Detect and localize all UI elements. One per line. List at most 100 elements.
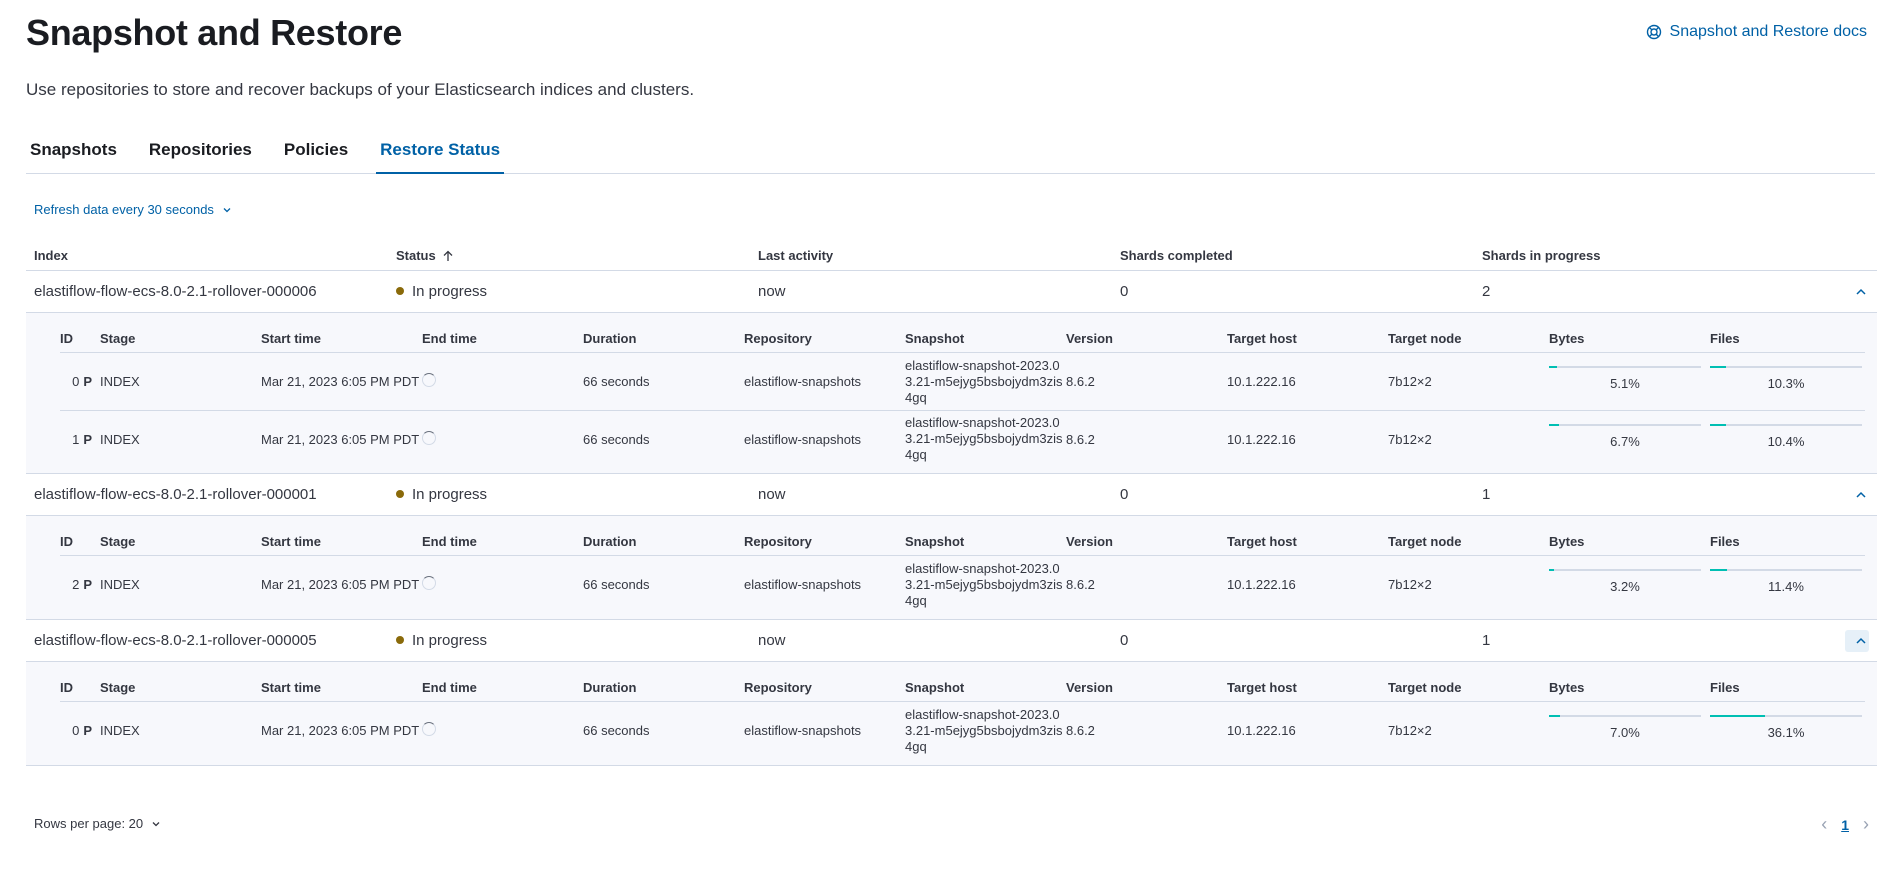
- previous-page-icon[interactable]: ‹: [1821, 814, 1827, 835]
- tab-restore-status[interactable]: Restore Status: [376, 130, 505, 174]
- shard-id-number: 2: [72, 577, 80, 592]
- files-progress: 10.3%: [1710, 366, 1862, 391]
- bytes-progress-fill: [1549, 569, 1554, 571]
- bytes-progress-bar: [1549, 423, 1701, 426]
- loading-spinner-icon: [422, 430, 436, 445]
- shard-column-header: Bytes: [1549, 331, 1585, 346]
- shard-id: 0P: [60, 723, 100, 738]
- collapse-row-button[interactable]: [1845, 281, 1869, 303]
- column-header-last-activity[interactable]: Last activity: [750, 248, 1112, 263]
- shard-column-header: Duration: [583, 331, 637, 346]
- chevron-up-icon: [1856, 491, 1866, 498]
- snapshot-name: elastiflow-snapshot-2023.03.21-m5ejyg5bs…: [905, 415, 1063, 462]
- shard-column-header: Bytes: [1549, 534, 1585, 549]
- status-text: In progress: [412, 486, 488, 503]
- shard-duration: 66 seconds: [583, 577, 650, 592]
- shard-version: 8.6.2: [1066, 374, 1095, 389]
- progress-files: 11.4%: [1710, 569, 1864, 594]
- bytes-progress: 5.1%: [1549, 366, 1701, 391]
- chevron-up-icon: [1856, 637, 1866, 644]
- shards-in-progress: 2: [1482, 283, 1491, 300]
- primary-badge: P: [83, 577, 92, 592]
- index-name: elastiflow-flow-ecs-8.0-2.1-rollover-000…: [34, 486, 317, 503]
- shard-repository: elastiflow-snapshots: [744, 723, 862, 738]
- table-header: Index Status Last activity Shards comple…: [26, 241, 1877, 271]
- column-header-shards-in-progress[interactable]: Shards in progress: [1474, 248, 1836, 263]
- shard-column-header: Repository: [744, 680, 812, 695]
- column-header-shards-completed[interactable]: Shards completed: [1112, 248, 1474, 263]
- last-activity: now: [758, 486, 786, 503]
- shard-id-number: 0: [72, 374, 80, 389]
- tab-snapshots[interactable]: Snapshots: [26, 130, 121, 174]
- files-progress-bar: [1710, 569, 1862, 571]
- shard-column-header: Files: [1710, 331, 1740, 346]
- progress-files: 10.4%: [1710, 423, 1864, 449]
- shard-column-header: Target node: [1388, 331, 1462, 346]
- shard-row: 0 P INDEX Mar 21, 2023 6:05 PM PDT 66 second…: [60, 353, 1865, 410]
- shard-column-header: Target host: [1227, 534, 1297, 549]
- shard-repository: elastiflow-snapshots: [744, 577, 862, 592]
- files-progress-bar: [1710, 715, 1862, 717]
- status-cell: In progress: [388, 486, 750, 503]
- shard-stage: INDEX: [100, 431, 140, 447]
- bytes-progress-fill: [1549, 715, 1560, 717]
- shard-column-header: ID: [60, 680, 73, 695]
- shard-row: 1 P INDEX Mar 21, 2023 6:05 PM PDT 66 second…: [60, 410, 1865, 467]
- shards-completed: 0: [1120, 283, 1129, 300]
- shard-column-header: Repository: [744, 534, 812, 549]
- bytes-progress-fill: [1549, 366, 1557, 368]
- end-time: [422, 722, 583, 739]
- shard-column-header: Start time: [261, 534, 321, 549]
- status-dot-icon: [396, 636, 404, 645]
- page-title: Snapshot and Restore: [26, 12, 403, 53]
- files-progress-fill: [1710, 366, 1726, 368]
- shard-column-header: Stage: [100, 534, 136, 549]
- bytes-progress-bar: [1549, 569, 1701, 571]
- index-row: elastiflow-flow-ecs-8.0-2.1-rollover-000…: [26, 271, 1877, 313]
- shard-column-header: End time: [422, 331, 477, 346]
- bytes-progress-bar: [1549, 715, 1701, 717]
- status-text: In progress: [412, 632, 488, 649]
- shard-column-header: Bytes: [1549, 680, 1585, 695]
- shard-repository: elastiflow-snapshots: [744, 374, 862, 389]
- shard-column-header: Version: [1066, 331, 1113, 346]
- shard-column-header: Snapshot: [905, 534, 965, 549]
- refresh-interval-button[interactable]: Refresh data every 30 seconds: [34, 202, 232, 217]
- shard-column-header: Files: [1710, 534, 1740, 549]
- tab-policies[interactable]: Policies: [280, 130, 352, 174]
- bytes-progress: 3.2%: [1549, 569, 1701, 594]
- shards-completed: 0: [1120, 486, 1129, 503]
- column-header-status[interactable]: Status: [388, 248, 750, 263]
- docs-link-label: Snapshot and Restore docs: [1669, 23, 1867, 40]
- shard-id: 0P: [60, 374, 100, 389]
- shard-details-panel: ID Stage Start time End time Duration Reposit…: [26, 516, 1877, 620]
- files-progress: 36.1%: [1710, 715, 1862, 740]
- docs-link[interactable]: Snapshot and Restore docs: [1646, 23, 1867, 41]
- rows-per-page-button[interactable]: Rows per page: 20: [34, 816, 161, 831]
- collapse-row-button[interactable]: [1845, 630, 1869, 652]
- bytes-percent: 7.0%: [1610, 725, 1640, 740]
- files-progress-bar: [1710, 366, 1862, 368]
- bytes-progress-bar: [1549, 366, 1701, 368]
- shard-column-header: Stage: [100, 331, 136, 346]
- collapse-row-button[interactable]: [1845, 484, 1869, 506]
- shard-column-header: Target host: [1227, 331, 1297, 346]
- page-number-button[interactable]: 1: [1841, 817, 1849, 833]
- tab-repositories[interactable]: Repositories: [145, 130, 256, 174]
- next-page-icon[interactable]: ›: [1863, 814, 1869, 835]
- shard-table-header: ID Stage Start time End time Duration Reposit…: [60, 516, 1865, 556]
- loading-spinner-icon: [422, 576, 436, 590]
- shard-column-header: Target node: [1388, 534, 1462, 549]
- shard-row: 0 P INDEX Mar 21, 2023 6:05 PM PDT 66 second…: [60, 702, 1865, 759]
- end-time: [422, 430, 583, 448]
- files-progress-bar: [1710, 423, 1862, 426]
- shard-id-number: 0: [72, 723, 80, 738]
- status-cell: In progress: [388, 283, 750, 300]
- shard-column-header: End time: [422, 680, 477, 695]
- shard-duration: 66 seconds: [583, 431, 650, 447]
- page-description: Use repositories to store and recover ba…: [26, 80, 695, 99]
- bytes-percent: 3.2%: [1610, 579, 1640, 594]
- shard-column-header: Repository: [744, 331, 812, 346]
- shard-node: 7b12×2: [1388, 431, 1432, 447]
- column-header-index[interactable]: Index: [26, 248, 388, 263]
